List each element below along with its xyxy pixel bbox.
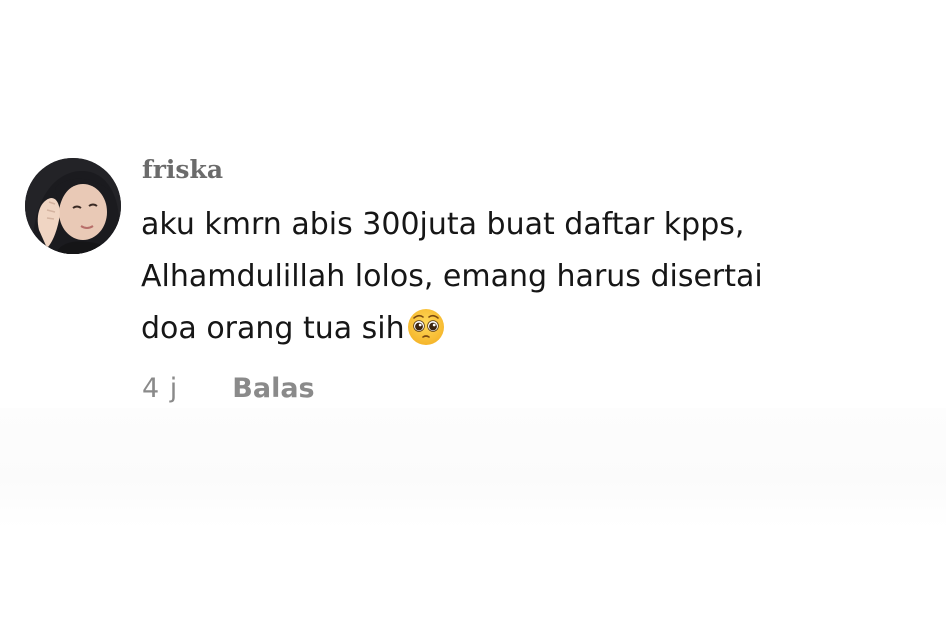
comment-timestamp: 4 j	[142, 372, 179, 404]
comment-text-line-last: doa orang tua sih	[141, 303, 921, 355]
comment-text: aku kmrn abis 300juta buat daftar kpps, …	[141, 199, 921, 355]
comment-text-line: Alhamdulillah lolos, emang harus diserta…	[141, 259, 763, 294]
comment-username[interactable]: friska	[142, 155, 223, 185]
comment-meta: 4 j Balas	[142, 370, 315, 406]
avatar-photo	[25, 158, 121, 254]
avatar[interactable]	[25, 158, 121, 254]
comment-text-line-content: doa orang tua sih	[141, 311, 405, 346]
background-band	[0, 408, 946, 528]
reply-button[interactable]: Balas	[232, 373, 314, 404]
comment-text-line: aku kmrn abis 300juta buat daftar kpps,	[141, 207, 745, 242]
pleading-face-icon	[407, 308, 444, 345]
